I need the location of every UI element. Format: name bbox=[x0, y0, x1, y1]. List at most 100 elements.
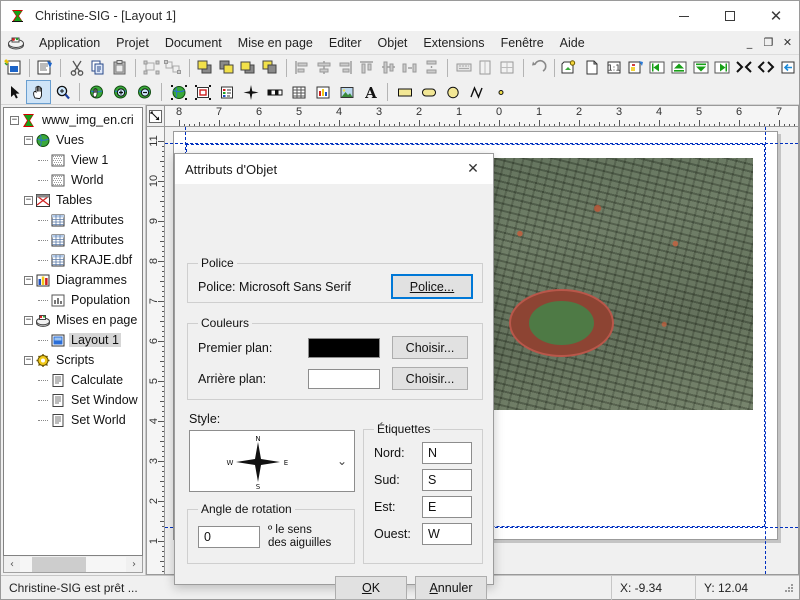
draw-rounded-rectangle-icon[interactable] bbox=[417, 81, 440, 103]
align-top-icon[interactable] bbox=[357, 57, 378, 79]
ruler-origin-icon[interactable] bbox=[146, 105, 165, 127]
close-button[interactable]: ✕ bbox=[753, 1, 799, 31]
tree-node[interactable]: Population bbox=[4, 290, 142, 310]
distribute-vertical-icon[interactable] bbox=[422, 57, 443, 79]
object-attributes-dialog[interactable]: Attributs d'Objet ✕ Police Police: Micro… bbox=[174, 153, 494, 600]
horizontal-ruler[interactable]: 8765432101234567Pouces bbox=[165, 105, 799, 127]
insert-chart-icon[interactable] bbox=[311, 81, 334, 103]
chevron-down-icon[interactable]: ⌄ bbox=[337, 454, 347, 468]
tree-node[interactable]: Set World bbox=[4, 410, 142, 430]
insert-scalebar-icon[interactable] bbox=[263, 81, 286, 103]
cut-icon[interactable] bbox=[66, 57, 87, 79]
tree-node[interactable]: World bbox=[4, 170, 142, 190]
align-right-icon[interactable] bbox=[335, 57, 356, 79]
bring-to-front-icon[interactable] bbox=[195, 57, 216, 79]
distribute-horizontal-icon[interactable] bbox=[400, 57, 421, 79]
vertical-guide-right[interactable] bbox=[765, 127, 766, 574]
tree-node[interactable]: − Vues bbox=[4, 130, 142, 150]
blank-page-icon[interactable] bbox=[582, 57, 603, 79]
choose-foreground-color-button[interactable]: Choisir... bbox=[392, 336, 468, 359]
project-tree[interactable]: − www_img_en.cri − Vues View 1 World − Tables At… bbox=[3, 107, 143, 556]
ok-button[interactable]: OK bbox=[335, 576, 407, 600]
page-columns-icon[interactable] bbox=[475, 57, 496, 79]
tree-node[interactable]: Calculate bbox=[4, 370, 142, 390]
tree-node[interactable]: Layout 1 bbox=[4, 330, 142, 350]
tree-expander-toggle[interactable]: − bbox=[24, 315, 33, 325]
pan-hand-tool-icon[interactable] bbox=[26, 80, 51, 104]
north-label-input[interactable]: N bbox=[422, 442, 472, 464]
menu-aide[interactable]: Aide bbox=[552, 33, 593, 53]
vertical-ruler[interactable]: 11 10 9 8 7 6 5 4 3 2 1 bbox=[146, 127, 165, 575]
undo-icon[interactable] bbox=[528, 57, 549, 79]
menu-objet[interactable]: Objet bbox=[370, 33, 416, 53]
menu-projet[interactable]: Projet bbox=[108, 33, 157, 53]
mdi-minimize-button[interactable]: _ bbox=[740, 33, 759, 51]
scroll-right-button[interactable]: › bbox=[126, 557, 142, 572]
tree-node[interactable]: − Mises en page bbox=[4, 310, 142, 330]
tree-expander-toggle[interactable]: − bbox=[10, 115, 19, 125]
last-page-icon[interactable] bbox=[712, 57, 733, 79]
tree-expander-toggle[interactable]: − bbox=[24, 195, 33, 205]
insert-frame-icon[interactable] bbox=[191, 81, 214, 103]
mdi-close-button[interactable]: ✕ bbox=[778, 33, 797, 51]
zoom-in-page-icon[interactable] bbox=[734, 57, 755, 79]
choose-background-color-button[interactable]: Choisir... bbox=[392, 367, 468, 390]
draw-polyline-icon[interactable] bbox=[465, 81, 488, 103]
insert-text-icon[interactable]: A bbox=[359, 81, 382, 103]
resize-grip[interactable] bbox=[782, 581, 796, 595]
zoom-out-globe-icon[interactable] bbox=[133, 81, 156, 103]
paste-icon[interactable] bbox=[110, 57, 131, 79]
insert-view-icon[interactable] bbox=[167, 81, 190, 103]
rotation-angle-input[interactable]: 0 bbox=[198, 526, 260, 548]
pointer-tool-icon[interactable] bbox=[3, 81, 26, 103]
ungroup-icon[interactable] bbox=[163, 57, 184, 79]
horizontal-guide-top[interactable] bbox=[165, 143, 798, 144]
pan-globe-tool-icon[interactable] bbox=[85, 81, 108, 103]
mdi-restore-button[interactable]: ❐ bbox=[759, 33, 778, 51]
align-left-icon[interactable] bbox=[291, 57, 312, 79]
fit-page-icon[interactable] bbox=[777, 57, 798, 79]
insert-table-icon[interactable] bbox=[287, 81, 310, 103]
tree-node[interactable]: KRAJE.dbf bbox=[4, 250, 142, 270]
page-up-icon[interactable] bbox=[669, 57, 690, 79]
page-grid-icon[interactable] bbox=[497, 57, 518, 79]
west-label-input[interactable]: W bbox=[422, 523, 472, 545]
page-down-icon[interactable] bbox=[690, 57, 711, 79]
south-label-input[interactable]: S bbox=[422, 469, 472, 491]
choose-font-button[interactable]: Police... bbox=[391, 274, 473, 299]
tree-node[interactable]: − Diagrammes bbox=[4, 270, 142, 290]
scroll-track[interactable] bbox=[20, 556, 126, 572]
zoom-out-page-icon[interactable] bbox=[756, 57, 777, 79]
maximize-button[interactable] bbox=[707, 1, 753, 31]
tree-node[interactable]: Attributes bbox=[4, 230, 142, 250]
project-tree-hscrollbar[interactable]: ‹ › bbox=[3, 556, 143, 573]
menu-fenetre[interactable]: Fenêtre bbox=[493, 33, 552, 53]
insert-picture-icon[interactable] bbox=[335, 81, 358, 103]
menu-extensions[interactable]: Extensions bbox=[415, 33, 492, 53]
menu-editer[interactable]: Editer bbox=[321, 33, 370, 53]
menu-document[interactable]: Document bbox=[157, 33, 230, 53]
bring-forward-icon[interactable] bbox=[216, 57, 237, 79]
draw-ellipse-icon[interactable] bbox=[441, 81, 464, 103]
menu-application[interactable]: Application bbox=[31, 33, 108, 53]
scroll-thumb[interactable] bbox=[32, 556, 86, 572]
insert-north-arrow-icon[interactable] bbox=[239, 81, 262, 103]
first-page-icon[interactable] bbox=[647, 57, 668, 79]
tree-node[interactable]: Attributes bbox=[4, 210, 142, 230]
tree-node[interactable]: View 1 bbox=[4, 150, 142, 170]
send-backward-icon[interactable] bbox=[238, 57, 259, 79]
draw-rectangle-icon[interactable] bbox=[393, 81, 416, 103]
cancel-button[interactable]: Annuler bbox=[415, 576, 487, 600]
menu-mise-en-page[interactable]: Mise en page bbox=[230, 33, 321, 53]
background-color-swatch[interactable] bbox=[308, 368, 380, 389]
east-label-input[interactable]: E bbox=[422, 496, 472, 518]
open-project-icon[interactable] bbox=[35, 57, 56, 79]
dialog-close-button[interactable]: ✕ bbox=[453, 154, 493, 184]
tree-node[interactable]: − Tables bbox=[4, 190, 142, 210]
align-middle-icon[interactable] bbox=[378, 57, 399, 79]
zoom-1-1-icon[interactable]: 1:1 bbox=[604, 57, 625, 79]
copy-icon[interactable] bbox=[88, 57, 109, 79]
draw-point-icon[interactable] bbox=[489, 81, 512, 103]
style-combobox[interactable]: N S E W ⌄ bbox=[189, 430, 355, 492]
send-to-back-icon[interactable] bbox=[260, 57, 281, 79]
